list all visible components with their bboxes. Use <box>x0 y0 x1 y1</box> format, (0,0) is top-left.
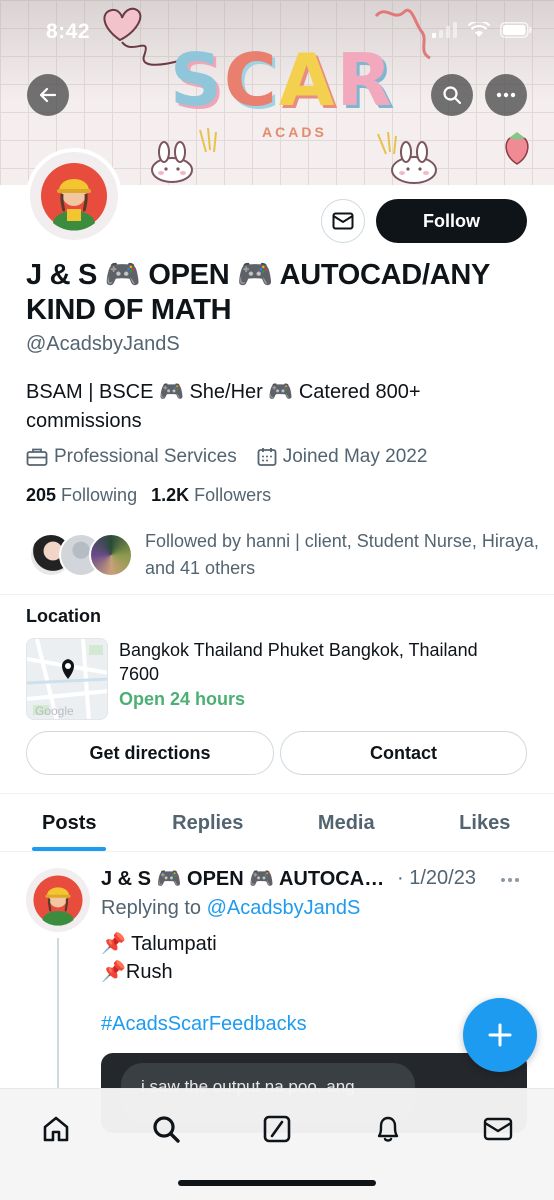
tab-posts[interactable]: Posts <box>0 795 139 851</box>
home-icon <box>43 1116 69 1142</box>
strawberry-doodle <box>505 132 529 165</box>
profile-meta: Professional Services Joined May 2022 <box>26 446 447 468</box>
profile-name: J & S 🎮 OPEN 🎮 AUTOCAD/ANY KIND OF MATH <box>26 259 490 326</box>
followers-link[interactable]: 1.2K Followers <box>151 485 271 506</box>
followers-count: 1.2K <box>151 485 190 505</box>
status-icons <box>432 22 532 38</box>
bell-icon <box>377 1116 399 1142</box>
followers-label: Followers <box>194 485 272 505</box>
map-thumbnail: Google <box>27 639 107 719</box>
replying-prefix: Replying to <box>101 897 207 919</box>
map-watermark: Google <box>35 704 74 718</box>
avatar <box>30 152 118 240</box>
banner-subtitle: ACADS <box>262 124 327 140</box>
post-more-button[interactable] <box>500 866 520 889</box>
post-text-line: 📌Rush <box>101 961 173 983</box>
location-map[interactable]: Google <box>26 638 108 720</box>
engineer-avatar-icon <box>41 163 107 231</box>
nav-search[interactable] <box>146 1109 186 1149</box>
sparkle-doodle <box>377 131 397 155</box>
follow-button[interactable]: Follow <box>376 199 527 243</box>
cellular-signal-icon <box>432 22 457 38</box>
sparkle-doodle <box>199 127 217 153</box>
mail-icon <box>483 1117 513 1141</box>
tab-replies[interactable]: Replies <box>139 795 278 851</box>
follow-counts: 205 Following 1.2K Followers <box>26 485 271 506</box>
contact-button[interactable]: Contact <box>280 731 527 775</box>
profile-tabs: Posts Replies Media Likes <box>0 795 554 851</box>
message-button[interactable] <box>321 199 365 243</box>
engineer-avatar-icon <box>33 875 83 926</box>
status-time: 8:42 <box>46 20 91 43</box>
tab-media[interactable]: Media <box>277 795 416 851</box>
section-divider <box>0 793 554 794</box>
post-header: J & S 🎮 OPEN 🎮 AUTOCAD/ANY KIND OF MATH … <box>101 866 531 891</box>
thread-line <box>57 938 59 1090</box>
get-directions-button[interactable]: Get directions <box>26 731 274 775</box>
section-divider <box>0 594 554 595</box>
post-hashtag[interactable]: #AcadsScarFeedbacks <box>101 1013 307 1036</box>
replying-to: Replying to @AcadsbyJandS <box>101 897 360 920</box>
following-count: 205 <box>26 485 57 505</box>
plus-icon <box>488 1023 512 1047</box>
wifi-icon <box>468 22 490 37</box>
more-button[interactable] <box>485 74 527 116</box>
follower-avatar <box>89 533 133 577</box>
search-icon <box>443 86 462 105</box>
bunny-doodle <box>151 141 193 183</box>
tabs-divider <box>0 851 554 852</box>
profile-joined: Joined May 2022 <box>257 446 428 468</box>
post-author[interactable]: J & S 🎮 OPEN 🎮 AUTOCAD/ANY KIND OF MATH <box>101 866 393 891</box>
profile-handle: @AcadsbyJandS <box>26 333 180 355</box>
nav-messages[interactable] <box>478 1109 518 1149</box>
tab-likes[interactable]: Likes <box>416 795 554 851</box>
battery-icon <box>500 22 532 38</box>
profile-bio: BSAM | BSCE 🎮 She/Her 🎮 Catered 800+ com… <box>26 381 421 432</box>
following-label: Following <box>61 485 138 505</box>
status-bar: 8:42 <box>0 0 554 66</box>
replying-handle[interactable]: @AcadsbyJandS <box>207 897 361 919</box>
location-address: Bangkok Thailand Phuket Bangkok, Thailan… <box>119 640 478 684</box>
location-title: Location <box>26 606 101 626</box>
back-arrow-icon <box>39 87 57 103</box>
more-icon <box>496 92 516 98</box>
compose-button[interactable] <box>463 998 537 1072</box>
profile-category: Professional Services <box>26 446 237 468</box>
followed-by-text: Followed by hanni | client, Student Nurs… <box>145 531 539 578</box>
location-hours: Open 24 hours <box>119 689 246 709</box>
briefcase-icon <box>26 448 48 466</box>
post-text-line: 📌 Talumpati <box>101 933 217 955</box>
more-icon <box>501 878 519 882</box>
search-icon <box>153 1116 180 1143</box>
nav-home[interactable] <box>36 1109 76 1149</box>
joined-label: Joined May 2022 <box>282 446 428 467</box>
calendar-icon <box>257 448 277 466</box>
nav-notifications[interactable] <box>368 1109 408 1149</box>
home-indicator <box>178 1180 376 1186</box>
post-avatar[interactable] <box>26 868 90 932</box>
grok-icon <box>263 1115 291 1143</box>
back-button[interactable] <box>27 74 69 116</box>
category-label: Professional Services <box>54 446 237 467</box>
profile-avatar[interactable] <box>26 148 122 244</box>
mail-icon <box>332 212 354 230</box>
post-date[interactable]: · 1/20/23 <box>397 867 476 890</box>
following-link[interactable]: 205 Following <box>26 485 137 506</box>
search-button[interactable] <box>431 74 473 116</box>
nav-grok[interactable] <box>257 1109 297 1149</box>
